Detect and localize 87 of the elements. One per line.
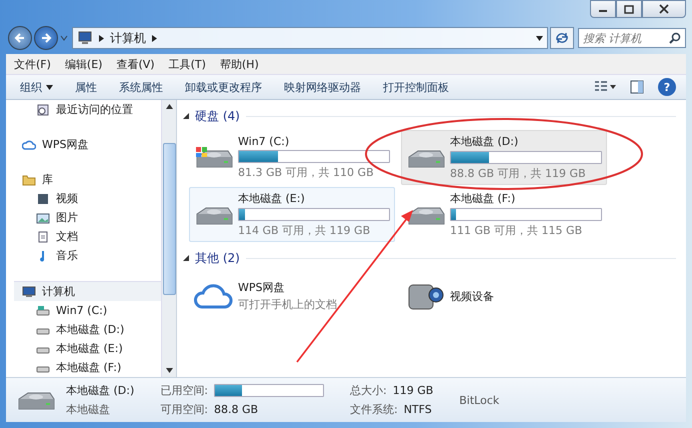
dropdown-arrow-icon[interactable]	[536, 36, 543, 40]
minimize-button[interactable]	[590, 0, 616, 18]
bitlocker-label: BitLock	[459, 394, 500, 406]
back-arrow-icon	[14, 32, 26, 44]
group-header[interactable]: 硬盘 (4)	[195, 108, 240, 124]
drive-name: 本地磁盘 (D:)	[450, 134, 520, 149]
free-space-text: 81.3 GB 可用，共 110 GB	[238, 165, 375, 180]
menu-item[interactable]: 查看(V)	[116, 56, 155, 72]
toolbar-button[interactable]: 卸载或更改程序	[181, 77, 266, 97]
drive-name: 本地磁盘 (F:)	[450, 191, 516, 206]
cloud-icon	[194, 281, 234, 311]
file-system-label: 文件系统:	[350, 402, 398, 417]
sidebar-item[interactable]: 最近访问的位置	[22, 100, 161, 119]
drive-icon	[36, 304, 50, 316]
search-icon	[669, 32, 681, 44]
preview-pane-icon[interactable]	[630, 80, 644, 94]
drive-tile[interactable]: 本地磁盘 (E:) 114 GB 可用，共 119 GB	[189, 187, 395, 242]
drive-tile[interactable]: Win7 (C:) 81.3 GB 可用，共 110 GB	[189, 130, 395, 185]
sidebar-item[interactable]: 本地磁盘 (F:)	[22, 358, 161, 377]
forward-arrow-icon	[40, 32, 52, 44]
toolbar-button[interactable]: 组织	[16, 77, 57, 97]
used-space-label: 已用空间:	[160, 383, 208, 398]
computer-icon	[22, 286, 36, 298]
sidebar-item[interactable]: 计算机	[14, 281, 161, 301]
sidebar-item[interactable]: WPS网盘	[22, 135, 161, 154]
view-options-icon[interactable]	[594, 80, 616, 94]
file-system-value: NTFS	[404, 403, 432, 416]
toolbar-button[interactable]: 属性	[71, 77, 101, 97]
total-size-value: 119 GB	[392, 384, 434, 397]
menu-item[interactable]: 文件(F)	[14, 56, 51, 72]
chevron-icon[interactable]	[152, 34, 157, 42]
sidebar-item[interactable]: Win7 (C:)	[22, 301, 161, 320]
refresh-icon	[555, 32, 569, 44]
film-icon	[36, 192, 50, 204]
toolbar-button[interactable]: 系统属性	[115, 77, 167, 97]
maximize-icon	[624, 4, 634, 14]
picture-icon	[36, 212, 50, 224]
menu-item[interactable]: 工具(T)	[168, 56, 206, 72]
group-header[interactable]: 其他 (2)	[195, 250, 240, 266]
help-button[interactable]: ?	[658, 78, 676, 96]
maximize-button[interactable]	[616, 0, 642, 18]
computer-icon	[77, 31, 93, 45]
collapse-triangle-icon[interactable]	[183, 255, 189, 261]
toolbar-button[interactable]: 映射网络驱动器	[280, 77, 365, 97]
toolbar-button[interactable]: 打开控制面板	[379, 77, 453, 97]
drive-type: 本地磁盘	[66, 402, 111, 417]
drive-tile[interactable]: 本地磁盘 (F:) 111 GB 可用，共 115 GB	[401, 187, 607, 242]
sidebar-item[interactable]: 库	[22, 170, 161, 189]
menu-item[interactable]: 帮助(H)	[220, 56, 259, 72]
free-space-label: 可用空间:	[160, 402, 208, 417]
sidebar-item[interactable]: 音乐	[22, 246, 161, 265]
drive-tile[interactable]: WPS网盘 可打开手机上的文档	[189, 272, 395, 317]
drive-name: Win7 (C:)	[238, 135, 290, 148]
sidebar-item[interactable]: 本地磁盘 (D:)	[22, 320, 161, 339]
collapse-triangle-icon[interactable]	[183, 113, 189, 119]
breadcrumb-item[interactable]: 计算机	[110, 30, 146, 46]
menu-item[interactable]: 编辑(E)	[64, 56, 102, 72]
forward-button[interactable]	[34, 26, 58, 50]
drive-tile[interactable]: 本地磁盘 (D:) 88.8 GB 可用，共 119 GB	[401, 130, 607, 185]
back-button[interactable]	[8, 26, 32, 50]
free-space-text: 114 GB 可用，共 119 GB	[238, 223, 372, 238]
sidebar-item[interactable]: 图片	[22, 208, 161, 227]
close-icon	[659, 4, 669, 14]
address-bar[interactable]: 计算机	[72, 27, 548, 49]
free-space-value: 88.8 GB	[214, 403, 258, 416]
scroll-down-icon[interactable]	[166, 368, 172, 373]
chevron-icon[interactable]	[99, 34, 104, 42]
sidebar-item[interactable]: 本地磁盘 (E:)	[22, 339, 161, 358]
drive-name: WPS网盘	[238, 280, 286, 295]
search-field[interactable]: 搜索 计算机	[578, 28, 686, 48]
folder-icon	[22, 174, 36, 186]
document-icon	[36, 230, 50, 242]
free-space-text: 88.8 GB 可用，共 119 GB	[450, 166, 587, 181]
free-space-text: 111 GB 可用，共 115 GB	[450, 223, 584, 238]
total-size-label: 总大小:	[350, 383, 387, 398]
close-button[interactable]	[642, 0, 686, 18]
description-text: 可打开手机上的文档	[238, 297, 338, 312]
drive-name: 本地磁盘 (E:)	[238, 191, 306, 206]
refresh-button[interactable]	[550, 27, 574, 49]
cloud-icon	[22, 138, 36, 150]
drive-name: 本地磁盘 (D:)	[66, 383, 134, 398]
scrollbar[interactable]	[161, 100, 176, 377]
drive-tile[interactable]: 视频设备	[401, 272, 607, 317]
sidebar-item[interactable]: 视频	[22, 189, 161, 208]
drive-name: 视频设备	[450, 288, 495, 304]
sidebar-item[interactable]: 文档	[22, 227, 161, 246]
scroll-up-icon[interactable]	[166, 104, 172, 109]
